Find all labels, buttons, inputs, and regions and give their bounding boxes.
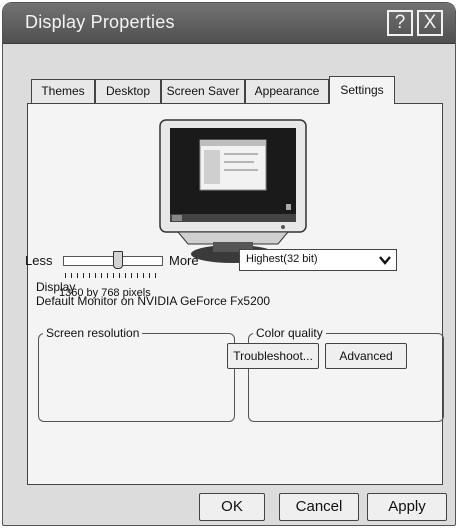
less-label: Less [25, 253, 53, 268]
advanced-button[interactable]: Advanced [325, 343, 407, 369]
tab-settings[interactable]: Settings [329, 76, 395, 104]
resolution-value: 1360 by 768 pixels [59, 287, 151, 299]
tab-appearance[interactable]: Appearance [245, 79, 329, 103]
resolution-slider-thumb[interactable] [113, 251, 123, 269]
tab-desktop[interactable]: Desktop [95, 79, 161, 103]
color-quality-value: Highest(32 bit) [246, 253, 318, 265]
tab-screen-saver[interactable]: Screen Saver [161, 79, 245, 103]
tab-themes[interactable]: Themes [31, 79, 95, 103]
more-label: More [169, 253, 199, 268]
screen-resolution-group: Screen resolution [38, 326, 235, 422]
help-button[interactable]: ? [387, 10, 413, 36]
screen-resolution-legend: Screen resolution [46, 326, 140, 340]
color-quality-legend: Color quality [256, 326, 323, 340]
color-quality-select[interactable]: Highest(32 bit) [239, 249, 397, 271]
close-icon: X [423, 12, 437, 33]
window-title: Display Properties [25, 12, 175, 32]
title-bar[interactable]: Display Properties ? X [3, 3, 455, 44]
display-properties-window: Display Properties ? X Themes Desktop Sc… [2, 2, 456, 526]
cancel-button[interactable]: Cancel [279, 493, 359, 521]
color-quality-group: Color quality [248, 326, 444, 422]
close-button[interactable]: X [417, 10, 443, 36]
chevron-down-icon[interactable] [377, 252, 393, 268]
help-icon: ? [394, 12, 406, 33]
apply-button[interactable]: Apply [367, 493, 447, 521]
monitor-icon [159, 119, 307, 263]
resolution-slider-ticks [65, 273, 161, 278]
ok-button[interactable]: OK [199, 493, 265, 521]
troubleshoot-button[interactable]: Troubleshoot... [227, 343, 319, 369]
